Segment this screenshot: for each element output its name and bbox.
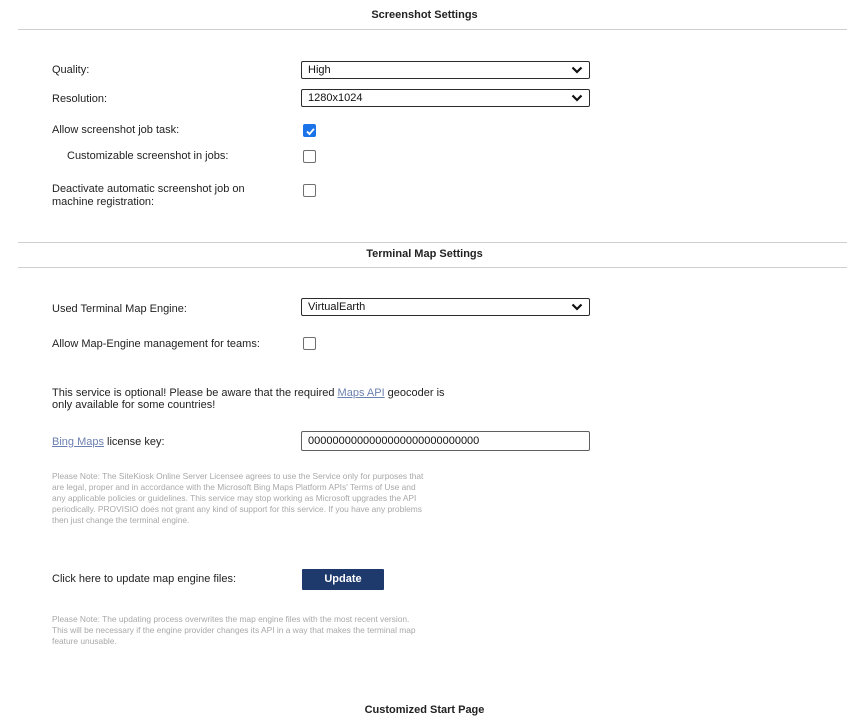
maps-api-link[interactable]: Maps API — [338, 387, 385, 399]
customizable-screenshot-label: Customizable screenshot in jobs: — [67, 150, 229, 162]
license-key-label: Bing Maps license key: — [52, 436, 165, 448]
customizable-screenshot-checkbox[interactable] — [303, 150, 316, 163]
terminal-map-settings-title: Terminal Map Settings — [366, 248, 483, 260]
screenshot-settings-title: Screenshot Settings — [371, 9, 478, 21]
chevron-down-icon — [571, 94, 583, 102]
map-engine-label: Used Terminal Map Engine: — [52, 303, 187, 315]
map-engine-select-value: VirtualEarth — [308, 301, 366, 313]
checkmark-icon — [306, 128, 315, 136]
bing-terms-note: Please Note: The SiteKiosk Online Server… — [52, 471, 424, 525]
team-management-label: Allow Map-Engine management for teams: — [52, 338, 260, 350]
team-management-checkbox[interactable] — [303, 337, 316, 350]
chevron-down-icon — [571, 66, 583, 74]
chevron-down-icon — [571, 303, 583, 311]
resolution-select[interactable]: 1280x1024 — [301, 89, 590, 107]
bing-maps-link[interactable]: Bing Maps — [52, 436, 104, 448]
quality-label: Quality: — [52, 64, 90, 76]
section-divider — [18, 267, 847, 268]
update-button[interactable]: Update — [302, 569, 384, 590]
license-key-input[interactable] — [301, 431, 590, 451]
customized-start-page-title: Customized Start Page — [364, 704, 485, 716]
resolution-select-value: 1280x1024 — [308, 92, 363, 104]
deactivate-job-checkbox[interactable] — [303, 184, 316, 197]
maps-api-info: This service is optional! Please be awar… — [52, 387, 445, 411]
section-divider — [18, 242, 847, 243]
section-divider — [18, 29, 847, 30]
map-engine-select[interactable]: VirtualEarth — [301, 298, 590, 316]
quality-select[interactable]: High — [301, 61, 590, 79]
update-engine-label: Click here to update map engine files: — [52, 573, 237, 585]
resolution-label: Resolution: — [52, 93, 108, 105]
deactivate-job-label: Deactivate automatic screenshot job on m… — [52, 183, 245, 208]
allow-job-task-checkbox[interactable] — [303, 124, 316, 137]
allow-job-task-label: Allow screenshot job task: — [52, 124, 180, 136]
update-note: Please Note: The updating process overwr… — [52, 614, 416, 646]
quality-select-value: High — [308, 64, 331, 76]
